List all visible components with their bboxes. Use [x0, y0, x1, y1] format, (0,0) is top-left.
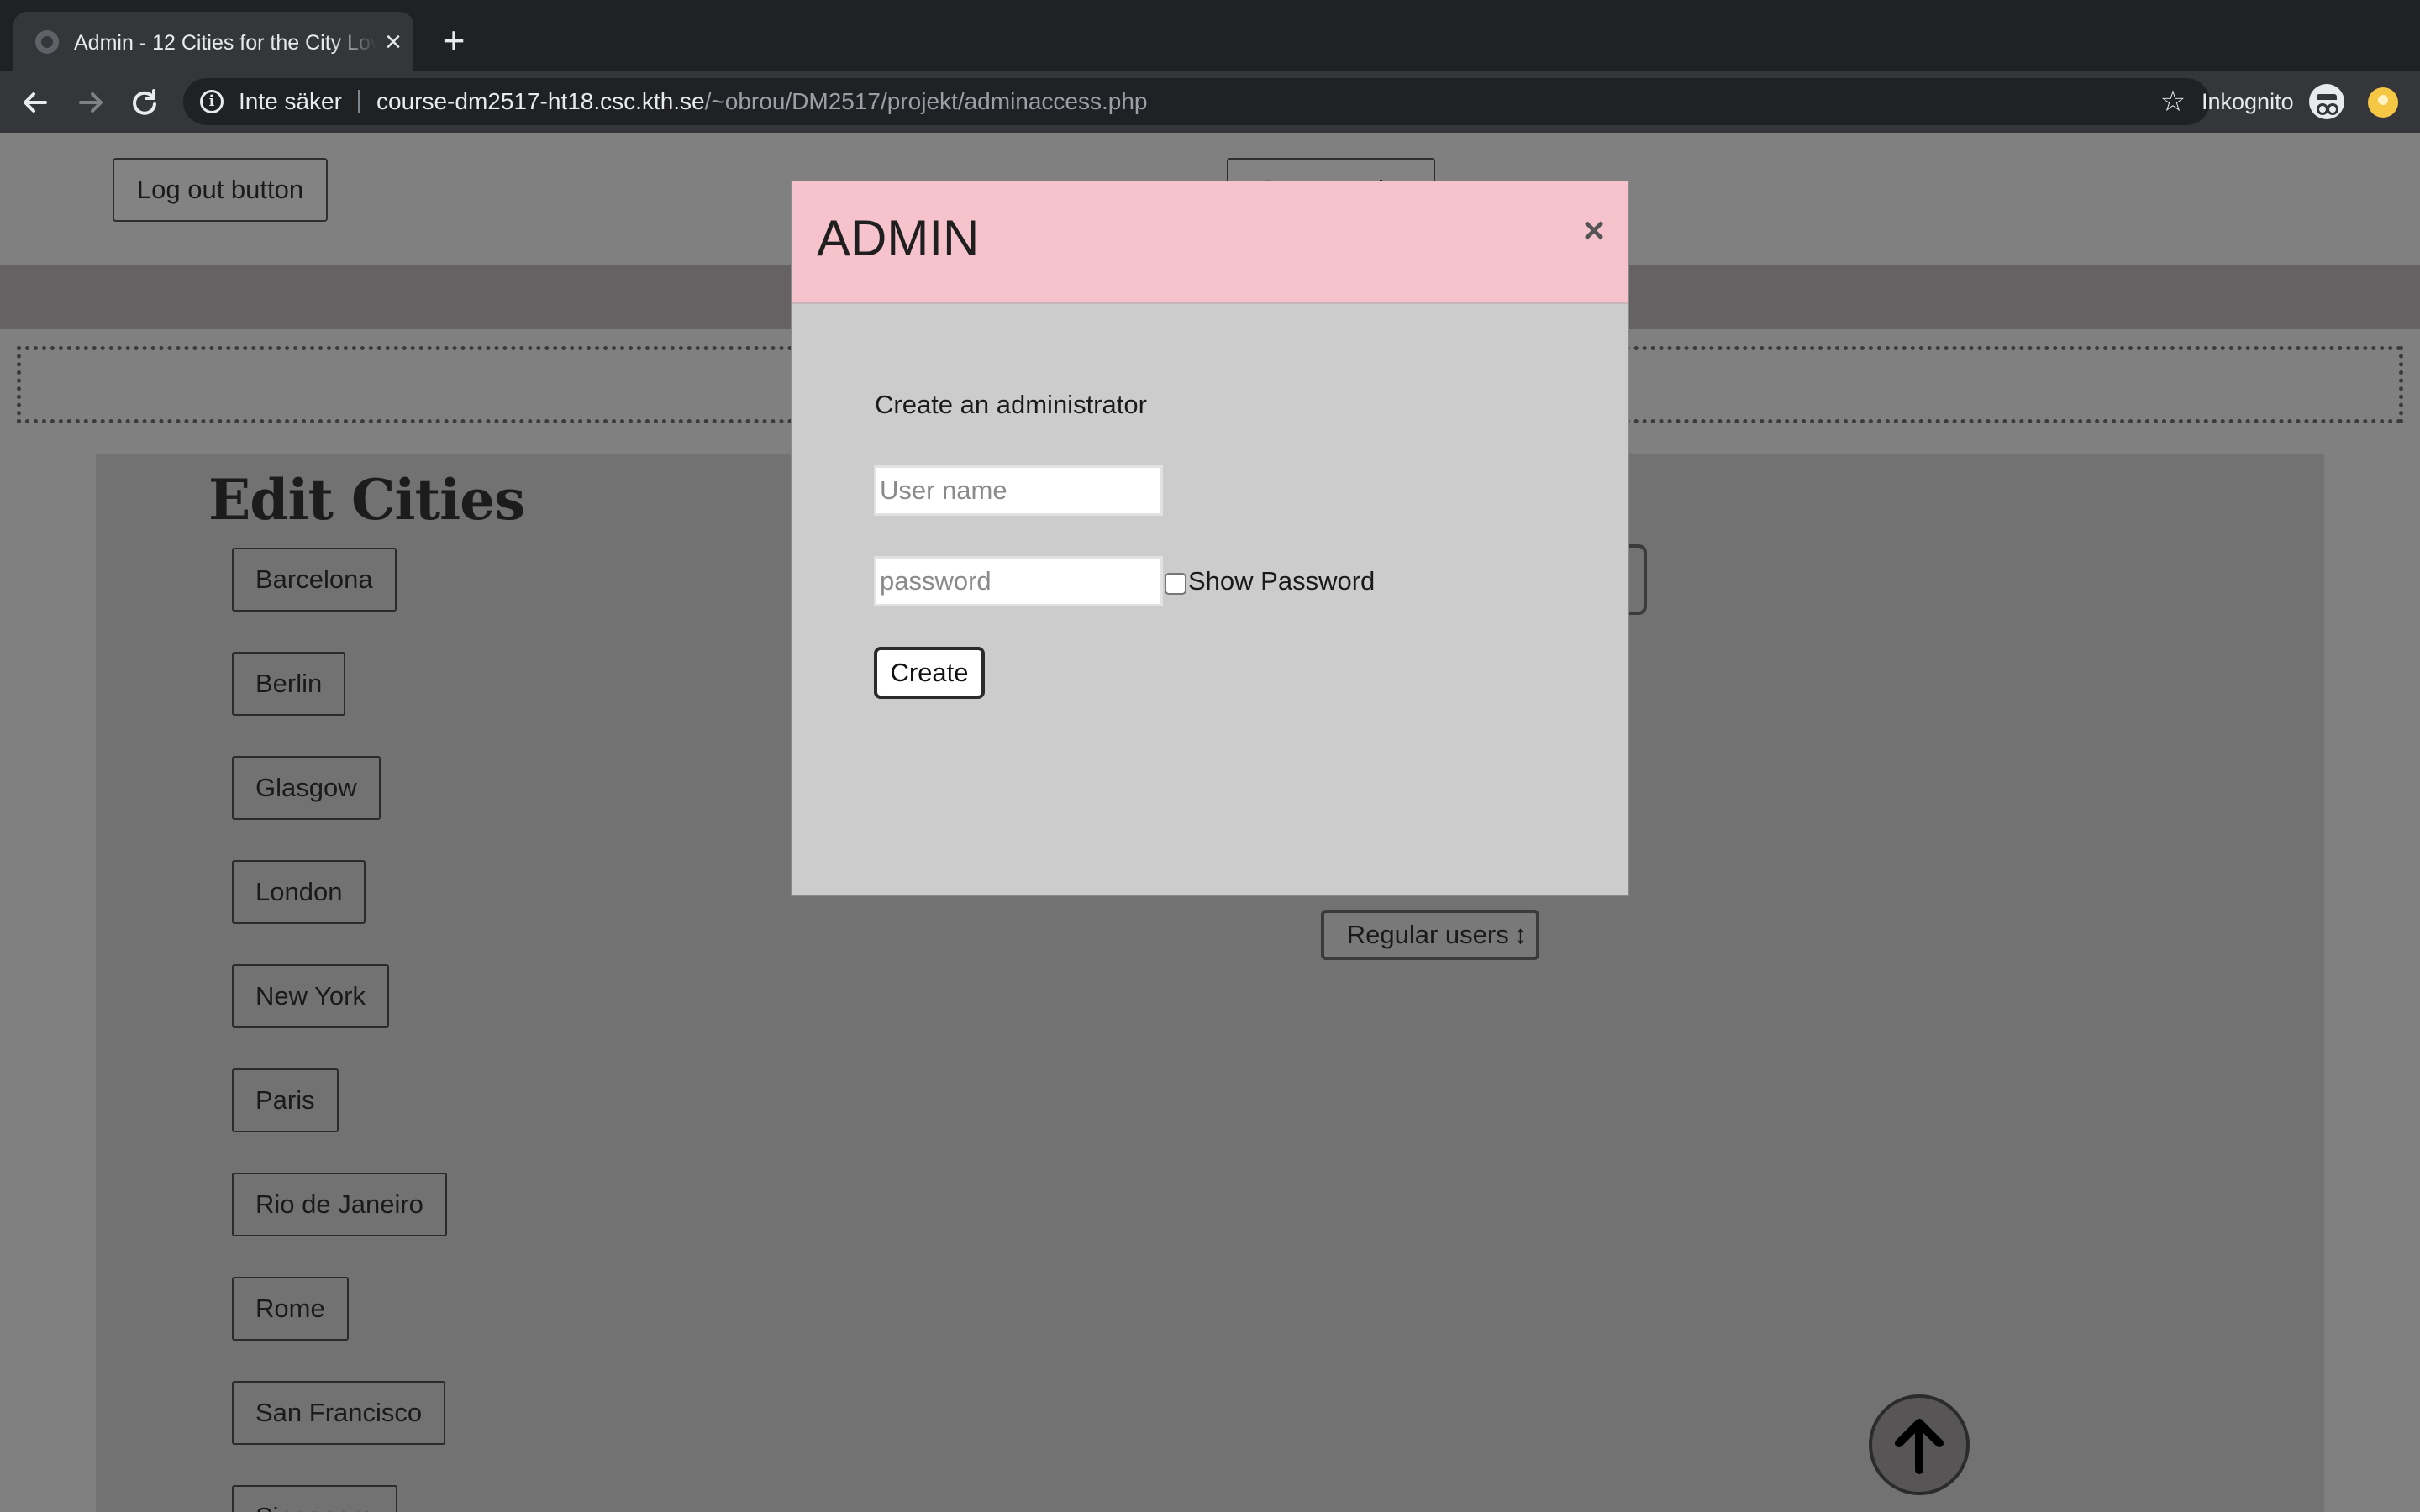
modal-title: ADMIN [817, 210, 980, 266]
city-button[interactable]: Barcelona [232, 548, 397, 612]
create-button[interactable]: Create [874, 647, 985, 699]
incognito-label: Inkognito [2202, 89, 2294, 114]
address-bar[interactable]: i Inte säker course-dm2517-ht18.csc.kth.… [183, 78, 2210, 125]
bookmark-star-icon[interactable]: ☆ [2154, 83, 2191, 120]
regular-users-button[interactable]: Regular users ↕ [1321, 910, 1539, 960]
city-button[interactable]: London [232, 860, 366, 924]
city-button[interactable]: Singapore [232, 1485, 398, 1512]
browser-tab-strip: Admin - 12 Cities for the City Lover × + [0, 0, 2420, 71]
incognito-icon[interactable] [2309, 84, 2344, 119]
modal-header: ADMIN × [792, 181, 1628, 304]
modal-subtitle: Create an administrator [875, 390, 1147, 419]
username-input[interactable] [874, 465, 1163, 516]
city-button[interactable]: Paris [232, 1068, 339, 1132]
show-password-label: Show Password [1188, 566, 1376, 596]
city-button[interactable]: Glasgow [232, 756, 381, 820]
regular-users-label: Regular users [1346, 920, 1509, 949]
security-label[interactable]: Inte säker [239, 78, 342, 125]
reload-icon[interactable] [126, 84, 163, 121]
arrow-up-icon [1895, 1419, 1944, 1474]
profile-avatar-icon[interactable] [2368, 87, 2398, 118]
url-path: /~obrou/DM2517/projekt/adminaccess.php [704, 88, 1148, 114]
show-password-checkbox[interactable] [1165, 573, 1186, 595]
tab-title: Admin - 12 Cities for the City Lover [74, 31, 376, 55]
city-button[interactable]: San Francisco [232, 1381, 446, 1445]
password-input[interactable] [874, 556, 1163, 606]
url-host: course-dm2517-ht18.csc.kth.se [376, 88, 705, 114]
close-icon[interactable]: × [1573, 210, 1615, 252]
page-title: Edit Cities [208, 467, 525, 533]
city-button[interactable]: Rome [232, 1277, 349, 1341]
globe-icon [35, 30, 59, 54]
tab-close-icon[interactable]: × [380, 28, 407, 56]
browser-tab[interactable]: Admin - 12 Cities for the City Lover × [13, 12, 413, 71]
city-button[interactable]: New York [232, 964, 389, 1028]
url-text[interactable]: course-dm2517-ht18.csc.kth.se/~obrou/DM2… [376, 78, 1148, 125]
logout-button[interactable]: Log out button [113, 158, 328, 222]
city-button[interactable]: Rio de Janeiro [232, 1173, 447, 1236]
forward-icon[interactable] [72, 84, 109, 121]
admin-modal: ADMIN × Create an administrator Show Pas… [792, 181, 1628, 895]
browser-toolbar: i Inte säker course-dm2517-ht18.csc.kth.… [0, 71, 2420, 133]
city-button[interactable]: Berlin [232, 652, 346, 716]
sort-arrows-icon: ↕ [1513, 920, 1528, 949]
info-icon[interactable]: i [200, 90, 224, 113]
new-tab-icon[interactable]: + [435, 21, 472, 60]
scroll-to-top-button[interactable] [1869, 1394, 1970, 1495]
back-icon[interactable] [17, 84, 54, 121]
omnibox-divider [358, 90, 360, 113]
